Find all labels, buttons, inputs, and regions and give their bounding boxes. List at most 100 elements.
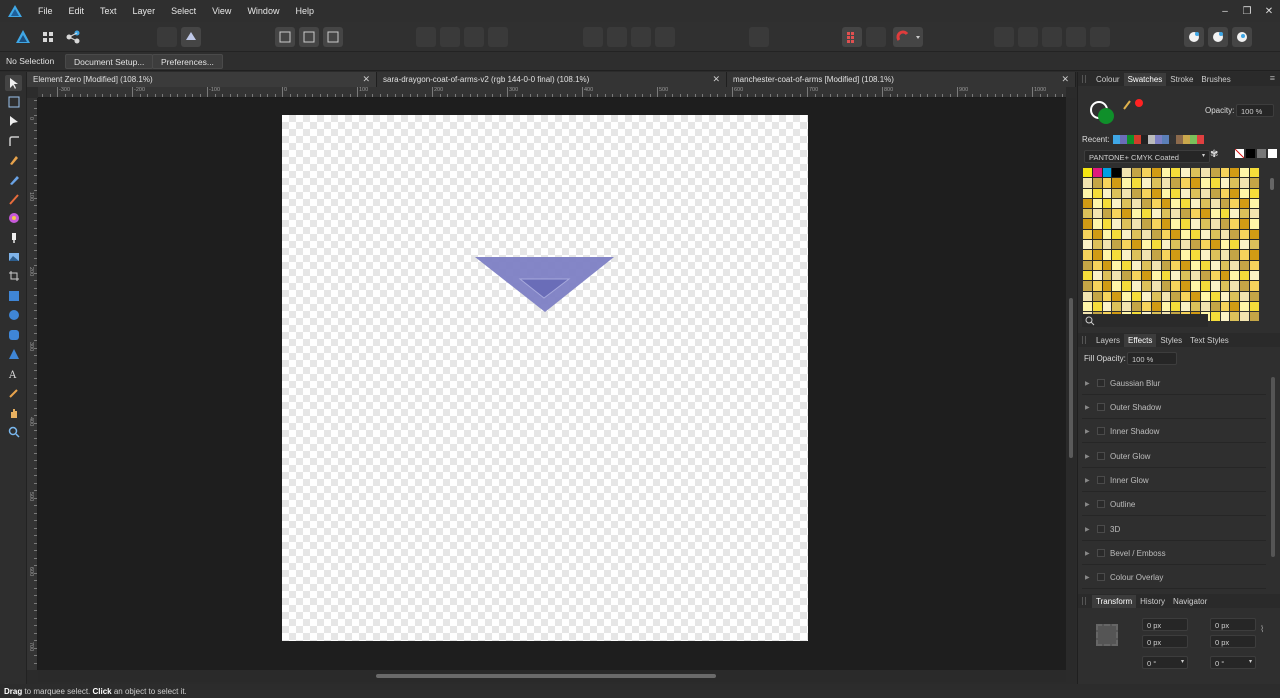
swatch[interactable] — [1240, 260, 1250, 270]
rotation-field[interactable]: 0 ° ▾ — [1142, 656, 1188, 669]
x-position-field[interactable]: 0 px — [1142, 618, 1188, 631]
swatch[interactable] — [1122, 281, 1132, 291]
swatch[interactable] — [1181, 219, 1191, 229]
swatch[interactable] — [1191, 250, 1200, 260]
swatch[interactable] — [1210, 281, 1220, 291]
tab-text-styles[interactable]: Text Styles — [1186, 334, 1233, 347]
swatch[interactable] — [1112, 178, 1122, 188]
swatch[interactable] — [1191, 219, 1200, 229]
recent-swatch[interactable] — [1176, 135, 1183, 144]
swatch[interactable] — [1220, 260, 1230, 270]
swatch[interactable] — [1092, 168, 1102, 178]
swatch[interactable] — [1171, 260, 1181, 270]
swatch[interactable] — [1240, 168, 1250, 178]
recent-swatch[interactable] — [1190, 135, 1197, 144]
swatch[interactable] — [1112, 198, 1122, 209]
tab-colour[interactable]: Colour — [1092, 73, 1124, 86]
swatch[interactable] — [1161, 219, 1171, 229]
pixel-persona-icon[interactable] — [38, 27, 58, 47]
swatch[interactable] — [1092, 301, 1102, 312]
swatch[interactable] — [1092, 260, 1102, 270]
swatch[interactable] — [1102, 168, 1112, 178]
designer-persona-icon[interactable] — [13, 27, 33, 47]
swatch[interactable] — [1102, 270, 1112, 281]
horizontal-scrollbar[interactable] — [38, 670, 1066, 682]
swatch[interactable] — [1230, 270, 1240, 281]
swatch[interactable] — [1141, 281, 1151, 291]
swatch[interactable] — [1250, 168, 1259, 178]
swatch[interactable] — [1112, 260, 1122, 270]
boolean-subtract-icon[interactable] — [1018, 27, 1038, 47]
white-swatch[interactable] — [1268, 149, 1277, 158]
tab-swatches[interactable]: Swatches — [1123, 72, 1167, 86]
swatch[interactable] — [1220, 312, 1230, 322]
tab-styles[interactable]: Styles — [1156, 334, 1186, 347]
effect-inner-shadow[interactable]: ▶ Inner Shadow — [1082, 420, 1266, 443]
boolean-xor-icon[interactable] — [1066, 27, 1086, 47]
swatch[interactable] — [1181, 168, 1191, 178]
swatch[interactable] — [1171, 250, 1181, 260]
arrange-icon[interactable] — [440, 27, 460, 47]
swatch[interactable] — [1200, 168, 1210, 178]
zoom-tool-icon[interactable] — [5, 424, 22, 440]
swatch[interactable] — [1181, 270, 1191, 281]
boolean-add-icon[interactable] — [994, 27, 1014, 47]
swatch[interactable] — [1161, 240, 1171, 250]
swatch[interactable] — [1112, 250, 1122, 260]
swatch[interactable] — [1230, 312, 1240, 322]
swatch[interactable] — [1171, 188, 1181, 198]
swatch[interactable] — [1151, 168, 1161, 178]
affinity-logo-icon[interactable] — [0, 0, 30, 22]
recent-swatch[interactable] — [1155, 135, 1162, 144]
swatch[interactable] — [1122, 188, 1132, 198]
maximize-button[interactable]: ❐ — [1236, 6, 1258, 17]
swatch[interactable] — [1220, 219, 1230, 229]
text-tool-icon[interactable]: A — [5, 366, 22, 382]
swatch[interactable] — [1132, 270, 1141, 281]
tab-brushes[interactable]: Brushes — [1197, 73, 1234, 86]
rounded-rectangle-tool-icon[interactable] — [5, 327, 22, 343]
swatch[interactable] — [1141, 250, 1151, 260]
swatch[interactable] — [1083, 188, 1092, 198]
swatch[interactable] — [1171, 240, 1181, 250]
swatch[interactable] — [1141, 240, 1151, 250]
close-window-button[interactable]: ✕ — [1258, 6, 1280, 17]
swatch[interactable] — [1092, 240, 1102, 250]
swatch[interactable] — [1132, 240, 1141, 250]
triangle-shape[interactable] — [282, 115, 808, 641]
swatch[interactable] — [1083, 250, 1092, 260]
swatch[interactable] — [1220, 168, 1230, 178]
swatch[interactable] — [1122, 291, 1132, 301]
swatch[interactable] — [1191, 270, 1200, 281]
swatch[interactable] — [1171, 270, 1181, 281]
swatch[interactable] — [1220, 301, 1230, 312]
flip-icon[interactable] — [607, 27, 627, 47]
tab-history[interactable]: History — [1136, 595, 1169, 608]
expand-icon[interactable]: ▶ — [1085, 550, 1093, 557]
swatch[interactable] — [1230, 229, 1240, 240]
swatch[interactable] — [1181, 229, 1191, 240]
swatch[interactable] — [1171, 301, 1181, 312]
swatch[interactable] — [1092, 178, 1102, 188]
recent-swatch[interactable] — [1169, 135, 1176, 144]
effect-checkbox[interactable] — [1097, 573, 1105, 581]
preferences-button[interactable]: Preferences... — [152, 54, 223, 69]
panel-grip[interactable] — [1082, 336, 1086, 344]
swatch[interactable] — [1102, 260, 1112, 270]
swatch[interactable] — [1122, 229, 1132, 240]
swatch[interactable] — [1083, 168, 1092, 178]
effect-checkbox[interactable] — [1097, 549, 1105, 557]
artboard-tool-icon[interactable] — [5, 94, 22, 110]
swatch[interactable] — [1220, 209, 1230, 219]
swatch[interactable] — [1132, 188, 1141, 198]
swatch[interactable] — [1210, 168, 1220, 178]
swatch[interactable] — [1181, 291, 1191, 301]
swatch[interactable] — [1122, 178, 1132, 188]
swatch[interactable] — [1191, 301, 1200, 312]
swatch[interactable] — [1250, 301, 1259, 312]
swatch[interactable] — [1151, 281, 1161, 291]
swatch[interactable] — [1112, 168, 1122, 178]
effect-checkbox[interactable] — [1097, 476, 1105, 484]
swatch[interactable] — [1102, 178, 1112, 188]
swatch[interactable] — [1250, 260, 1259, 270]
